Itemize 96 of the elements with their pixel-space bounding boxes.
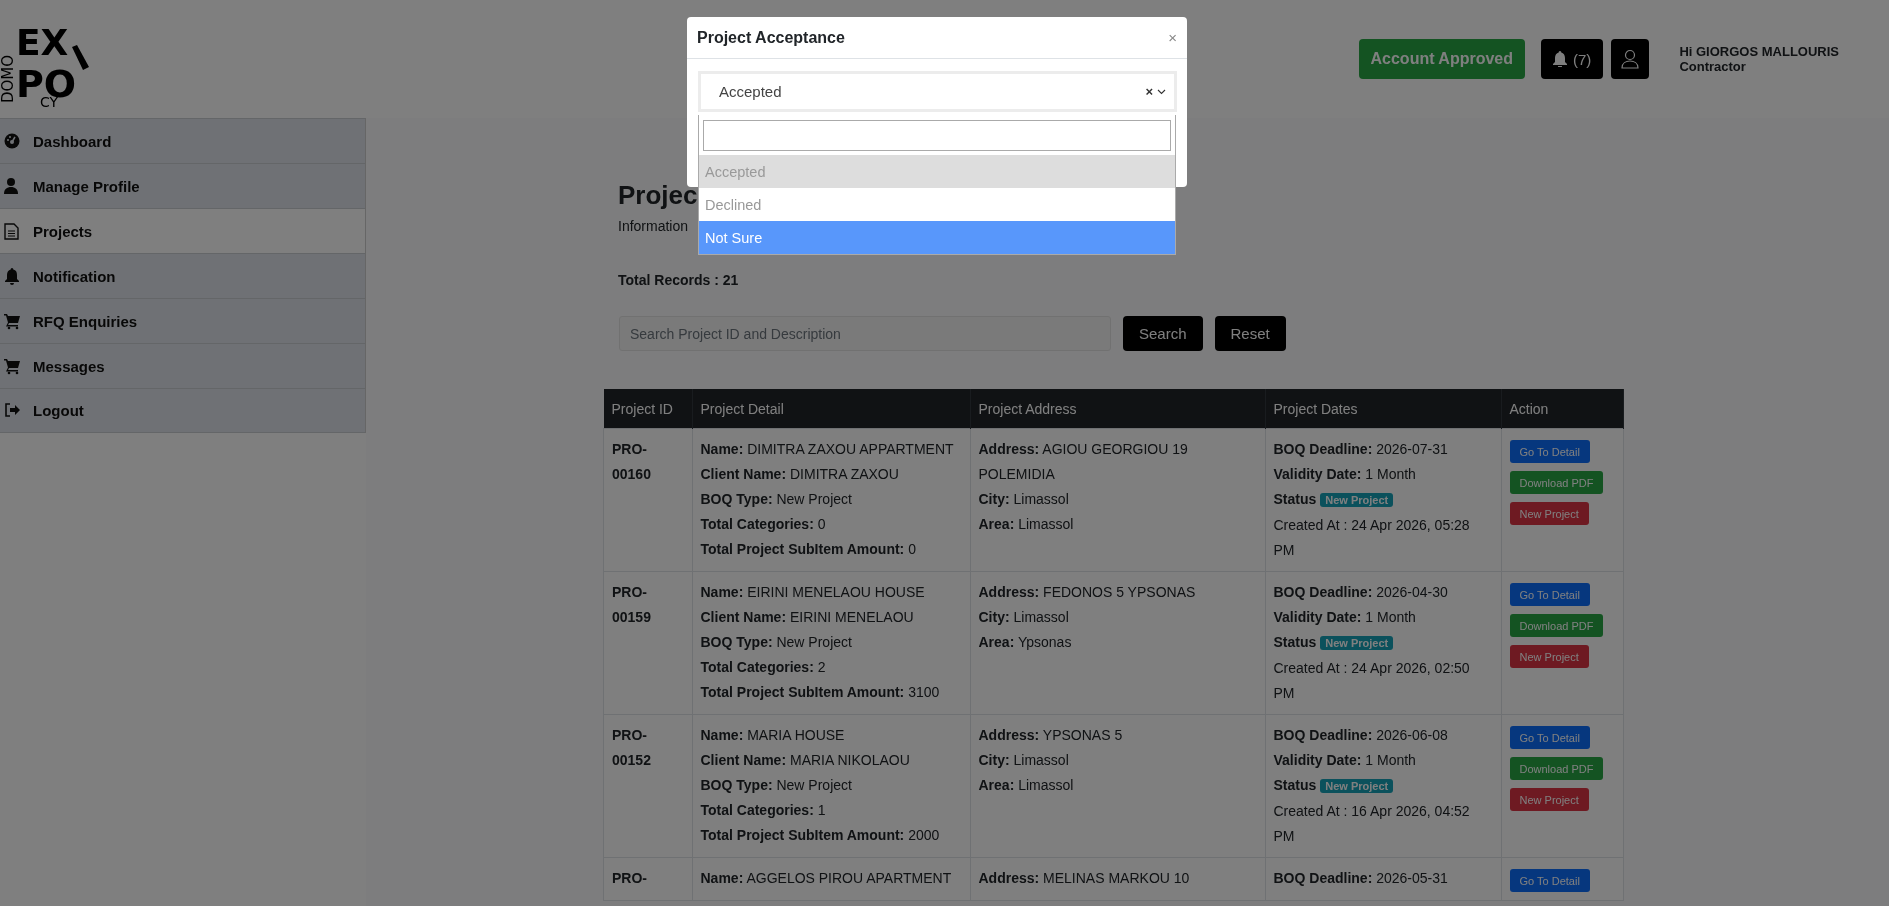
field-text: City: Limassol xyxy=(978,751,1070,770)
bell-icon xyxy=(1553,51,1568,67)
field-text: Validity Date: 1 Month xyxy=(1273,465,1417,484)
field-text: Total Project SubItem Amount: 0 xyxy=(700,540,917,559)
field-text: Validity Date: 1 Month xyxy=(1273,751,1417,770)
download-pdf-button[interactable]: Download PDF xyxy=(1509,614,1604,637)
cart-icon xyxy=(4,357,21,375)
role-text: Contractor xyxy=(1679,59,1747,74)
field-text: BOQ Type: New Project xyxy=(700,633,853,652)
search-field[interactable]: Search Project ID and Description xyxy=(619,316,1111,351)
search-button[interactable]: Search xyxy=(1123,316,1203,351)
download-pdf-button[interactable]: Download PDF xyxy=(1509,471,1604,494)
account-approved-button[interactable]: Account Approved xyxy=(1358,39,1526,79)
go-to-detail-button[interactable]: Go To Detail xyxy=(1509,583,1590,606)
project-id-cell: PRO-00159 xyxy=(603,571,692,715)
field-text: Total Categories: 0 xyxy=(700,515,827,534)
user-button[interactable] xyxy=(1611,39,1650,79)
column-header: Project Dates xyxy=(1265,389,1501,429)
go-to-detail-button[interactable]: Go To Detail xyxy=(1509,869,1590,892)
new-project-button[interactable]: New Project xyxy=(1509,645,1589,668)
total-records: Total Records : 21 xyxy=(618,272,740,288)
field-text: BOQ Deadline: 2026-05-31 xyxy=(1273,869,1449,888)
field-text: City: Limassol xyxy=(978,608,1070,627)
user-icon xyxy=(4,177,21,195)
dashboard-gauge-icon xyxy=(4,132,21,150)
field-text: Name: DIMITRA ZAXOU APPARTMENT xyxy=(700,440,955,459)
project-id-cell: PRO-00160 xyxy=(603,428,692,572)
sidebar-item[interactable]: Logout xyxy=(0,388,365,433)
clear-button[interactable]: × xyxy=(1145,84,1153,99)
new-project-button[interactable]: New Project xyxy=(1509,502,1589,525)
status-badge: New Project xyxy=(1320,636,1394,650)
sidebar-item[interactable]: Dashboard xyxy=(0,118,365,163)
project-id-cell: PRO-00152 xyxy=(603,714,692,858)
field-text: Address: YPSONAS 5 xyxy=(978,726,1124,745)
page-subtitle: Information xyxy=(618,218,690,234)
field-text: Area: Limassol xyxy=(978,515,1075,534)
field-text: Total Categories: 1 xyxy=(700,801,827,820)
sidebar-item[interactable]: Notification xyxy=(0,253,365,298)
field-text: Address: MELINAS MARKOU 10 xyxy=(978,869,1191,888)
field-text: Name: AGGELOS PIROU APARTMENT xyxy=(700,869,953,888)
document-icon xyxy=(4,222,21,240)
sidebar-item[interactable]: Messages xyxy=(0,343,365,388)
field-text: Name: MARIA HOUSE xyxy=(700,726,846,745)
status-badge: New Project xyxy=(1320,493,1394,507)
search-button[interactable]: Reset xyxy=(1214,316,1286,351)
column-header: Action xyxy=(1501,389,1624,429)
dropdown-option[interactable]: Not Sure xyxy=(699,221,1175,254)
field-text: Address: AGIOU GEORGIOU 19 POLEMIDIA xyxy=(978,440,1189,484)
acceptance-select[interactable]: Accepted × xyxy=(698,71,1177,112)
field-text: Area: Ypsonas xyxy=(978,633,1073,652)
field-text: BOQ Deadline: 2026-07-31 xyxy=(1273,440,1449,459)
go-to-detail-button[interactable]: Go To Detail xyxy=(1509,726,1590,749)
created-at-text: Created At : 16 Apr 2026, 04:52 PM xyxy=(1273,802,1471,846)
sidebar-item[interactable]: RFQ Enquiries xyxy=(0,298,365,343)
field-text: Client Name: DIMITRA ZAXOU xyxy=(700,465,900,484)
new-project-button[interactable]: New Project xyxy=(1509,788,1589,811)
created-at-text: Created At : 24 Apr 2026, 02:50 PM xyxy=(1273,659,1471,703)
sidebar-item[interactable]: Manage Profile xyxy=(0,163,365,208)
notifications-button[interactable]: (7) xyxy=(1541,39,1604,79)
page-title: Projec xyxy=(618,180,698,210)
field-text: Address: FEDONOS 5 YPSONAS xyxy=(978,583,1197,602)
column-header: Project Detail xyxy=(692,389,970,429)
field-text: Name: EIRINI MENELAOU HOUSE xyxy=(700,583,926,602)
close-button[interactable]: × xyxy=(1168,29,1177,46)
field-text: Client Name: MARIA NIKOLAOU xyxy=(700,751,911,770)
field-text: Total Project SubItem Amount: 2000 xyxy=(700,826,941,845)
field-text: City: Limassol xyxy=(978,490,1070,509)
user-icon xyxy=(1621,49,1640,69)
field-text: BOQ Type: New Project xyxy=(700,490,853,509)
project-id-cell: PRO- xyxy=(603,857,692,901)
field-text: Total Project SubItem Amount: 3100 xyxy=(700,683,941,702)
status-label: Status xyxy=(1273,491,1317,507)
cart-icon xyxy=(4,312,21,330)
status-label: Status xyxy=(1273,777,1317,793)
dropdown-search-field[interactable] xyxy=(703,120,1171,151)
created-at-text: Created At : 24 Apr 2026, 05:28 PM xyxy=(1273,516,1471,560)
bell-icon xyxy=(4,267,21,285)
field-text: BOQ Type: New Project xyxy=(700,776,853,795)
status-badge: New Project xyxy=(1320,779,1394,793)
column-header: Project ID xyxy=(603,389,692,429)
modal-title: Project Acceptance xyxy=(697,28,845,47)
go-to-detail-button[interactable]: Go To Detail xyxy=(1509,440,1590,463)
greeting-text: Hi GIORGOS MALLOURIS xyxy=(1679,44,1839,59)
sign-out-icon xyxy=(4,402,21,419)
dropdown-option[interactable]: Accepted xyxy=(699,155,1175,188)
chevron-down-icon xyxy=(1157,88,1166,95)
dropdown-option[interactable]: Declined xyxy=(699,188,1175,221)
field-text: Total Categories: 2 xyxy=(700,658,827,677)
field-text: BOQ Deadline: 2026-06-08 xyxy=(1273,726,1449,745)
field-text: Area: Limassol xyxy=(978,776,1075,795)
column-header: Project Address xyxy=(970,389,1265,429)
field-text: Validity Date: 1 Month xyxy=(1273,608,1417,627)
field-text: BOQ Deadline: 2026-04-30 xyxy=(1273,583,1449,602)
field-text: Client Name: EIRINI MENELAOU xyxy=(700,608,915,627)
download-pdf-button[interactable]: Download PDF xyxy=(1509,757,1604,780)
status-label: Status xyxy=(1273,634,1317,650)
